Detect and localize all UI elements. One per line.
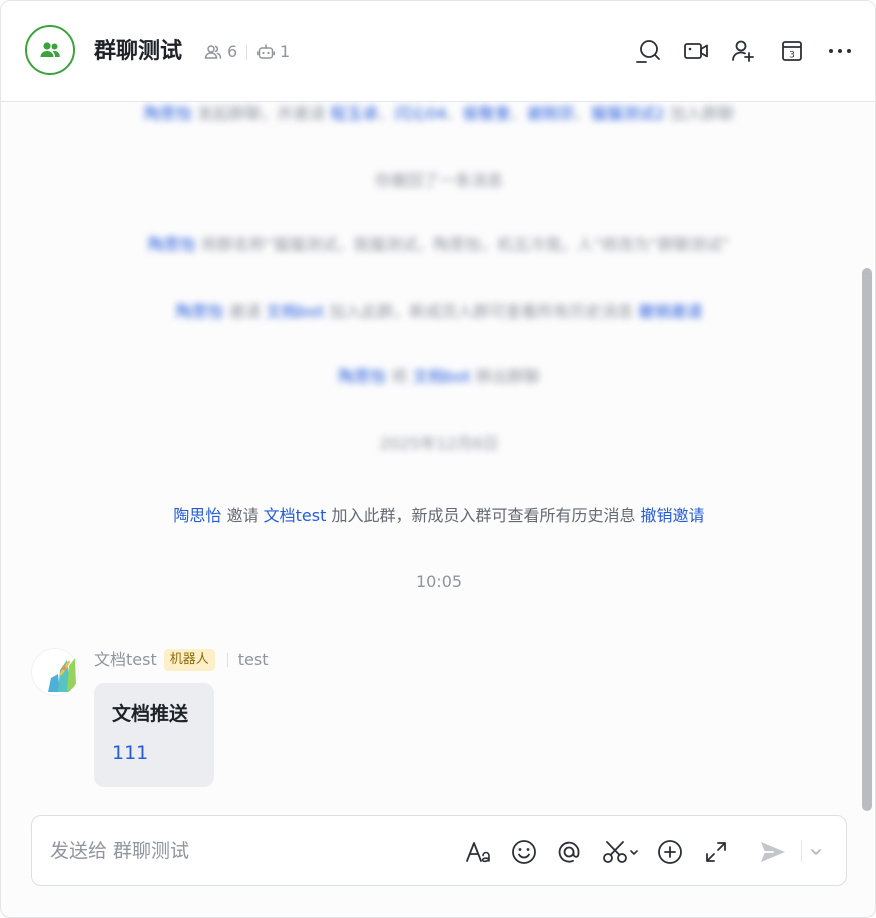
bot-icon bbox=[257, 44, 275, 59]
group-icon bbox=[40, 42, 60, 57]
expand-icon bbox=[706, 842, 726, 862]
add-member-button[interactable] bbox=[729, 37, 757, 65]
system-message-recalled: 你撤回了一条消息 bbox=[374, 171, 503, 190]
card-title: 文档推送 bbox=[112, 703, 189, 725]
calendar-icon: 3 bbox=[782, 41, 802, 61]
expand-button[interactable] bbox=[702, 838, 730, 866]
screenshot-icon bbox=[603, 841, 638, 863]
members-icon bbox=[204, 45, 222, 59]
screenshot-button[interactable] bbox=[601, 838, 641, 866]
system-message-removed: 陶思怡 将 文档bot 移出群聊 bbox=[338, 367, 540, 386]
message-input[interactable] bbox=[50, 838, 450, 864]
date-divider: 2025年12月6日 bbox=[379, 434, 499, 453]
member-count-value: 6 bbox=[227, 42, 238, 61]
search-button[interactable] bbox=[634, 37, 662, 65]
add-member-icon bbox=[732, 40, 754, 62]
bot-count-value: 1 bbox=[280, 42, 291, 61]
search-icon bbox=[636, 40, 660, 63]
calendar-button[interactable]: 3 bbox=[778, 37, 806, 65]
plus-icon bbox=[658, 840, 682, 864]
system-message-created: 陶思怡 发起群聊，并邀请 程玉卓、闫沁04、侯敬奎、谢刚宗、猫猫测试2 加入群聊 bbox=[144, 104, 734, 123]
emoji-button[interactable] bbox=[510, 838, 538, 866]
revoke-invite-link[interactable]: 撤销邀请 bbox=[641, 506, 705, 525]
composer-divider bbox=[801, 840, 802, 862]
more-icon bbox=[829, 49, 851, 53]
doc-bot-avatar-icon bbox=[31, 648, 79, 696]
message-card[interactable]: 文档推送 111 bbox=[94, 683, 214, 787]
text-format-button[interactable] bbox=[465, 838, 493, 866]
message-time: 10:05 bbox=[415, 572, 463, 591]
add-button[interactable] bbox=[656, 838, 684, 866]
sender-divider bbox=[226, 653, 228, 667]
group-title[interactable]: 群聊测试 bbox=[94, 37, 182, 67]
send-options-button[interactable] bbox=[803, 838, 829, 866]
bot-avatar[interactable] bbox=[31, 648, 79, 696]
send-icon bbox=[761, 842, 785, 862]
system-message-invite-old: 陶思怡 邀请 文档bot 加入此群，新成员入群可查看所有历史消息 撤销邀请 bbox=[175, 302, 703, 321]
emoji-icon bbox=[512, 840, 536, 864]
meta-divider bbox=[246, 45, 247, 60]
video-call-button[interactable] bbox=[682, 37, 710, 65]
message-composer bbox=[31, 815, 847, 886]
system-message-invite: 陶思怡 邀请 文档test 加入此群，新成员入群可查看所有历史消息 撤销邀请 bbox=[173, 506, 705, 525]
chat-window: 群聊测试 6 1 3 陶思怡 发起群聊，并邀请 程玉卓、闫沁04、侯敬奎、谢刚宗… bbox=[0, 0, 876, 918]
bot-count[interactable]: 1 bbox=[257, 41, 290, 63]
message-source: test bbox=[237, 650, 269, 669]
message-sender-row: 文档test 机器人 test bbox=[94, 649, 268, 671]
more-button[interactable] bbox=[826, 37, 854, 65]
sender-name[interactable]: 文档test bbox=[94, 649, 157, 671]
bot-badge: 机器人 bbox=[163, 649, 215, 671]
group-avatar[interactable] bbox=[25, 25, 75, 75]
calendar-day: 3 bbox=[789, 51, 795, 61]
scrollbar-thumb[interactable] bbox=[862, 268, 872, 811]
send-button[interactable] bbox=[759, 838, 787, 866]
send-options-icon bbox=[811, 849, 821, 855]
member-count[interactable]: 6 bbox=[204, 41, 237, 63]
invite-actor-link[interactable]: 陶思怡 bbox=[173, 506, 221, 525]
mention-button[interactable] bbox=[555, 838, 583, 866]
text-format-icon bbox=[466, 842, 490, 863]
chat-header: 群聊测试 6 1 3 bbox=[1, 1, 875, 102]
mention-icon bbox=[558, 841, 580, 863]
invite-target-link[interactable]: 文档test bbox=[264, 506, 327, 525]
system-message-renamed: 陶思怡 将群名称“猫猫测试，我猫测试，陶思怡，机五冷我，人”修改为“群聊测试” bbox=[147, 235, 731, 254]
video-call-icon bbox=[684, 43, 708, 59]
card-link[interactable]: 111 bbox=[112, 741, 196, 765]
